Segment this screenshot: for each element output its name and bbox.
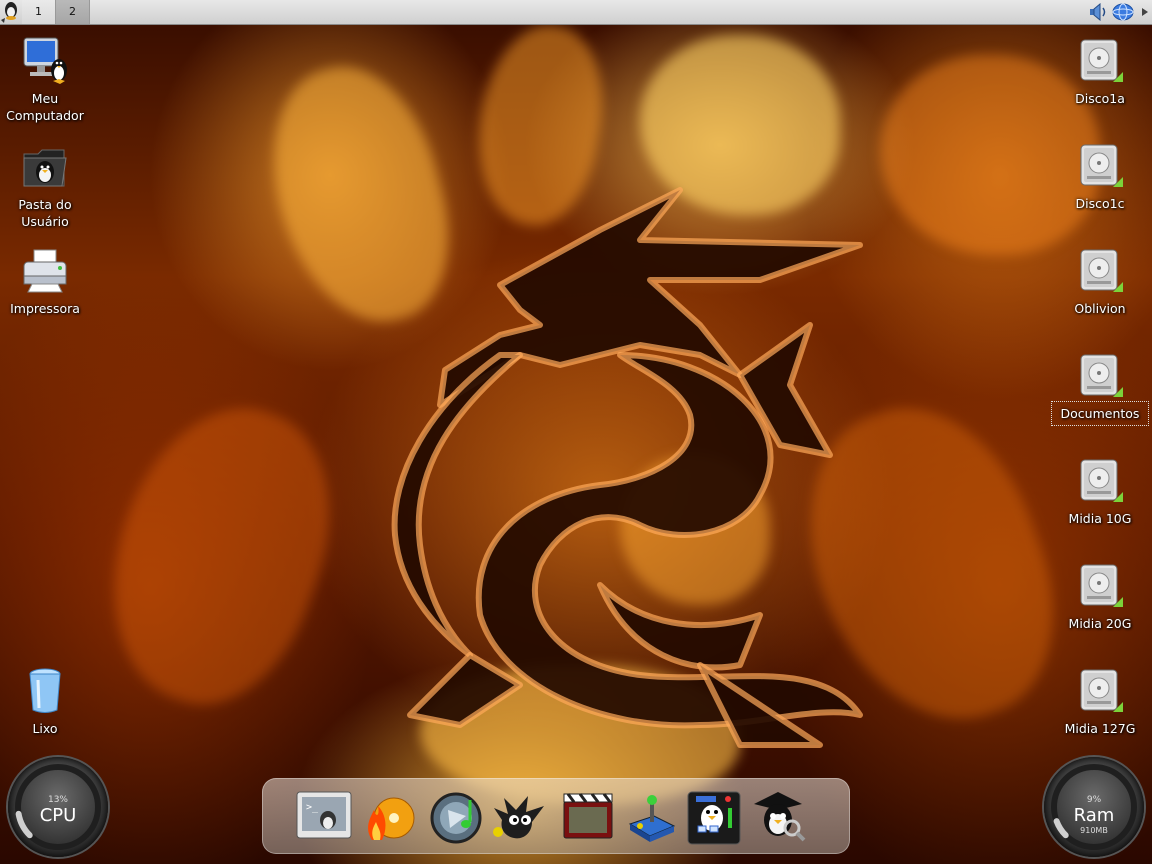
desktop-icon-label: Pasta do xyxy=(18,197,72,212)
ram-used-amount: 910MB xyxy=(1080,826,1108,835)
desktop-icon-label: Documentos xyxy=(1051,401,1149,426)
music-player-icon xyxy=(430,792,482,844)
k-menu-button[interactable] xyxy=(0,0,22,24)
cpu-percent: 13% xyxy=(47,795,68,805)
joystick-icon xyxy=(628,795,676,842)
ram-label: Ram xyxy=(1073,805,1115,826)
desktop-icon-label: Midia 20G xyxy=(1068,616,1132,631)
desktop-icon-drive-midia-127g[interactable]: Midia 127G xyxy=(1055,666,1145,737)
gimp-icon xyxy=(493,796,544,839)
desktop-wallpaper xyxy=(0,25,1152,864)
desktop-icon-label: Disco1c xyxy=(1075,196,1125,211)
desktop-icon-user-folder[interactable]: Pasta do Usuário xyxy=(0,142,90,230)
desktop-icon-drive-midia-10g[interactable]: Midia 10G xyxy=(1055,456,1145,527)
dock-launcher-search[interactable] xyxy=(748,788,808,846)
dock-launcher-terminal[interactable]: >_ xyxy=(294,788,354,846)
desktop-icon-label: Impressora xyxy=(10,301,80,316)
dock-launcher-system-settings[interactable] xyxy=(684,788,744,846)
top-panel: 1 2 xyxy=(0,0,1152,25)
desktop-icon-label: Midia 127G xyxy=(1064,721,1136,736)
dock-launcher-games[interactable] xyxy=(620,788,680,846)
system-settings-icon xyxy=(687,791,741,845)
desktop-icon-drive-documentos[interactable]: Documentos xyxy=(1051,351,1149,426)
terminal-icon: >_ xyxy=(296,791,352,839)
desktop-icon-my-computer[interactable]: Meu Computador xyxy=(0,36,90,124)
hard-drive-icon xyxy=(1080,669,1123,712)
desktop-icon-drive-oblivion[interactable]: Oblivion xyxy=(1055,246,1145,317)
desktop-icon-printer[interactable]: Impressora xyxy=(0,246,90,317)
desktop-icon-drive-disco1c[interactable]: Disco1c xyxy=(1055,141,1145,212)
hard-drive-icon xyxy=(1080,459,1123,502)
desktop-icon-drive-disco1a[interactable]: Disco1a xyxy=(1055,36,1145,107)
volume-icon[interactable] xyxy=(1089,2,1109,22)
printer-icon xyxy=(23,249,67,293)
panel-scroll-arrow-icon[interactable] xyxy=(1139,4,1151,20)
hard-drive-icon xyxy=(1080,564,1123,607)
dock-launcher-cd-burner[interactable] xyxy=(358,788,418,846)
desktop-icon-label: Oblivion xyxy=(1074,301,1126,316)
desktop-icon-trash[interactable]: Lixo xyxy=(0,666,90,737)
home-folder-icon xyxy=(23,149,67,187)
ram-monitor-gauge[interactable]: 9% Ram 910MB xyxy=(1044,757,1144,857)
desktop-icon-label: Usuário xyxy=(21,214,69,229)
hard-drive-icon xyxy=(1080,144,1123,187)
video-clapper-icon xyxy=(563,793,613,839)
network-globe-icon[interactable] xyxy=(1112,3,1134,21)
tux-menu-icon xyxy=(1,2,17,23)
desktop-switch-2[interactable]: 2 xyxy=(55,0,90,24)
ram-percent: 9% xyxy=(1086,795,1102,805)
search-tux-icon xyxy=(754,792,806,842)
cpu-label: CPU xyxy=(39,805,77,826)
dock-launcher-music-player[interactable] xyxy=(426,788,486,846)
hard-drive-icon xyxy=(1080,249,1123,292)
application-dock: >_ xyxy=(262,778,850,854)
cd-burner-icon xyxy=(368,797,415,840)
hard-drive-icon xyxy=(1080,354,1123,397)
desktop-icon-label: Meu xyxy=(31,91,59,106)
desktop-switch-1[interactable]: 1 xyxy=(22,0,55,24)
desktop-icon-label: Lixo xyxy=(32,721,58,736)
svg-text:>_: >_ xyxy=(306,802,319,813)
hard-drive-icon xyxy=(1080,39,1123,82)
cpu-monitor-gauge[interactable]: 13% CPU xyxy=(8,757,108,857)
desktop-icon-label: Computador xyxy=(6,108,84,123)
trash-icon xyxy=(29,668,61,713)
dragon-emblem xyxy=(391,187,863,748)
dock-launcher-video-editor[interactable] xyxy=(558,788,618,846)
desktop-icon-label: Midia 10G xyxy=(1068,511,1132,526)
dock-launcher-gimp[interactable] xyxy=(488,788,548,846)
computer-tux-icon xyxy=(23,37,67,84)
desktop-icon-label: Disco1a xyxy=(1075,91,1125,106)
desktop-icon-drive-midia-20g[interactable]: Midia 20G xyxy=(1055,561,1145,632)
